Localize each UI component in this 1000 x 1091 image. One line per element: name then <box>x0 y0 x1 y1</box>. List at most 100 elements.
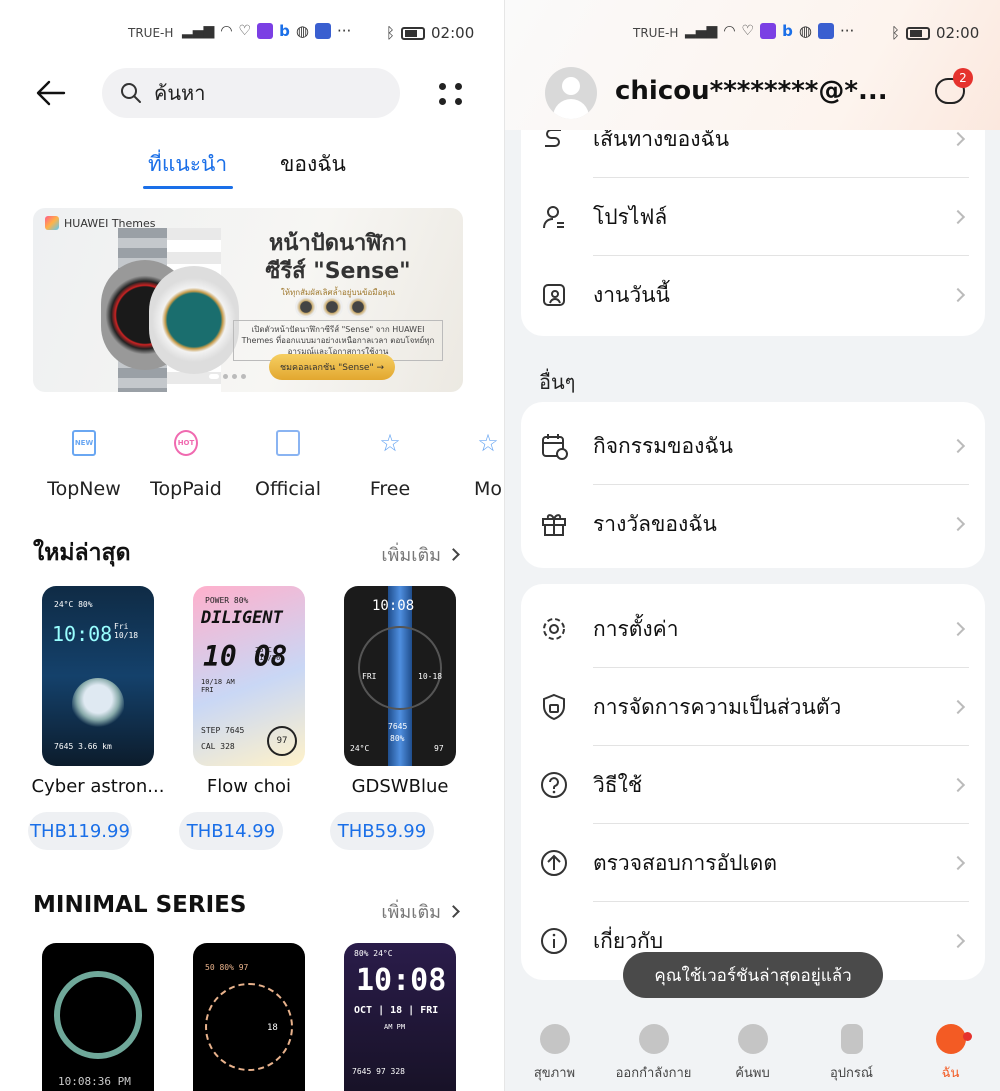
health-me-screen: TRUE-H ▂▄▆ ◠ ♡ b ◍ ··· ᛒ 02:00 chicou***… <box>504 0 1000 1091</box>
face-heart: 97 <box>434 744 444 753</box>
face-top: 80% 24°C <box>354 949 393 958</box>
section-title-new: ใหม่ล่าสุด <box>33 540 131 566</box>
menu-item-privacy[interactable]: การจัดการความเป็นส่วนตัว <box>521 668 985 746</box>
face-ampm: AM PM <box>384 1023 406 1031</box>
promo-banner[interactable]: HUAWEI Themes หน้าปัดนาฬิกา ซีรีส์ "Sens… <box>33 208 463 392</box>
analog-ring <box>54 971 142 1059</box>
menu-item-today-tasks[interactable]: งานวันนี้ <box>521 256 985 334</box>
menu-label: รางวัลของฉัน <box>593 511 717 536</box>
more-options-icon[interactable] <box>436 80 464 108</box>
section-more-new[interactable]: เพิ่มเติม <box>381 540 460 569</box>
bluetooth-icon: ᛒ <box>891 24 901 42</box>
nav-me[interactable]: ฉัน <box>901 1024 1000 1083</box>
info-icon <box>539 926 569 956</box>
menu-item-my-activities[interactable]: กิจกรรมของฉัน <box>521 407 985 485</box>
nav-label: อุปกรณ์ <box>830 1066 873 1081</box>
vpn-icon: ◍ <box>798 22 812 40</box>
menu-label: เส้นทางของฉัน <box>593 130 730 151</box>
menu-item-my-rewards[interactable]: รางวัลของฉัน <box>521 485 985 563</box>
status-icons: ▂▄▆ ◠ ♡ b ◍ ··· <box>685 22 854 40</box>
more-notifications-icon: ··· <box>839 22 855 40</box>
banner-title-line2: ซีรีส์ "Sense" <box>265 259 411 284</box>
calendar-icon <box>539 431 569 461</box>
category-toppaid[interactable]: HOT TopPaid <box>136 430 236 500</box>
menu-item-my-routes[interactable]: เส้นทางของฉัน <box>521 130 985 178</box>
profile-icon <box>539 202 569 232</box>
signal-icon: ▂▄▆ <box>182 23 215 39</box>
price-button[interactable]: THB59.99 <box>330 812 434 850</box>
face-time: 10:08 <box>52 622 113 646</box>
watchface-preview: 24°C 80% 10:08 Fri 10/18 7645 3.66 km <box>42 586 154 766</box>
nav-label: สุขภาพ <box>533 1066 576 1081</box>
tab-recommended[interactable]: ที่แนะนำ <box>148 148 227 181</box>
nav-label: ค้นพบ <box>735 1066 770 1081</box>
back-arrow-icon[interactable] <box>34 76 68 110</box>
category-free[interactable]: ☆ Free <box>340 429 440 500</box>
theme-card-cyber-astronaut[interactable]: 24°C 80% 10:08 Fri 10/18 7645 3.66 km Cy… <box>28 586 164 850</box>
price-button[interactable]: THB119.99 <box>28 812 132 850</box>
battery-icon <box>401 26 426 40</box>
nav-discover[interactable]: ค้นพบ <box>703 1024 802 1083</box>
face-temp: 24°C <box>350 744 370 753</box>
nav-devices[interactable]: อุปกรณ์ <box>802 1024 901 1083</box>
tab-bar: ที่แนะนำ ของฉัน <box>0 148 504 192</box>
face-steps: 7645 <box>388 722 408 731</box>
new-icon: NEW <box>72 430 96 456</box>
theme-name: Cyber astron... <box>31 776 165 797</box>
search-icon <box>121 83 141 103</box>
banner-title: หน้าปัดนาฬิกา ซีรีส์ "Sense" <box>243 230 433 286</box>
running-icon <box>638 1024 669 1054</box>
menu-group-settings: การตั้งค่า การจัดการความเป็นส่วนตัว วิธี… <box>521 584 985 980</box>
watchface-preview: 50 80% 97 18 <box>193 943 305 1091</box>
analog-dial <box>205 983 293 1071</box>
more-notifications-icon: ··· <box>336 22 352 40</box>
menu-item-check-update[interactable]: ตรวจสอบการอัปเดต <box>521 824 985 902</box>
heart-icon: ♡ <box>741 23 755 39</box>
theme-card-flow-choi[interactable]: POWER 80% DILIGENT 10 08 26°C -10/36 10/… <box>179 586 305 850</box>
price-button[interactable]: THB14.99 <box>179 812 283 850</box>
menu-item-settings[interactable]: การตั้งค่า <box>521 590 985 668</box>
heart-icon: ♡ <box>238 23 252 39</box>
chevron-right-icon <box>950 287 966 303</box>
category-label: TopPaid <box>150 478 222 500</box>
vpn-icon: ◍ <box>295 22 309 40</box>
route-icon <box>539 130 569 154</box>
face-bottom: 7645 97 328 <box>352 1067 405 1076</box>
face-day: FRI <box>362 672 377 681</box>
category-more[interactable]: ☆ Mo <box>438 429 504 500</box>
theme-card-minimal-2[interactable]: 50 80% 97 18 <box>193 943 305 1091</box>
username[interactable]: chicou********@*... <box>615 76 888 106</box>
face-time: 10:08 <box>372 598 415 614</box>
menu-group-activities: กิจกรรมของฉัน รางวัลของฉัน <box>521 402 985 568</box>
theme-card-minimal-3[interactable]: 80% 24°C 10:08 OCT | 18 | FRI AM PM 7645… <box>344 943 456 1091</box>
bottom-nav: สุขภาพ ออกกำลังกาย ค้นพบ อุปกรณ์ ฉัน <box>505 1010 1000 1091</box>
image-icon <box>276 430 300 456</box>
chevron-right-icon <box>950 699 966 715</box>
theme-card-minimal-1[interactable]: 10:08:36 PM <box>42 943 154 1091</box>
more-label: เพิ่มเติม <box>381 545 441 566</box>
bluetooth-icon: ᛒ <box>386 24 396 42</box>
search-input[interactable]: ค้นหา <box>102 68 400 118</box>
chevron-right-icon <box>950 777 966 793</box>
help-icon <box>539 770 569 800</box>
bing-icon: b <box>279 22 290 40</box>
face-date: 10/18 AM FRI <box>201 678 235 694</box>
menu-item-help[interactable]: วิธีใช้ <box>521 746 985 824</box>
avatar[interactable] <box>545 67 597 119</box>
tab-mine[interactable]: ของฉัน <box>280 148 346 181</box>
section-more-minimal[interactable]: เพิ่มเติม <box>381 897 460 926</box>
theme-card-gdswblue[interactable]: 10:08 FRI 10-18 7645 80% 24°C 97 GDSWBlu… <box>330 586 456 850</box>
nav-health[interactable]: สุขภาพ <box>505 1024 604 1083</box>
category-topnew[interactable]: NEW TopNew <box>34 430 134 500</box>
nav-exercise[interactable]: ออกกำลังกาย <box>604 1024 703 1083</box>
star-icon: ☆ <box>379 429 401 457</box>
menu-label: โปรไฟล์ <box>593 204 668 229</box>
task-icon <box>539 280 569 310</box>
face-date: 10-18 <box>418 672 443 681</box>
chevron-right-icon <box>950 131 966 147</box>
banner-collection-button[interactable]: ชมคอลเลกชัน "Sense" → <box>269 354 395 380</box>
category-official[interactable]: Official <box>238 430 338 500</box>
huawei-themes-logo-icon <box>45 216 59 230</box>
face-time: 10:08:36 PM <box>58 1075 131 1088</box>
menu-item-profile[interactable]: โปรไฟล์ <box>521 178 985 256</box>
